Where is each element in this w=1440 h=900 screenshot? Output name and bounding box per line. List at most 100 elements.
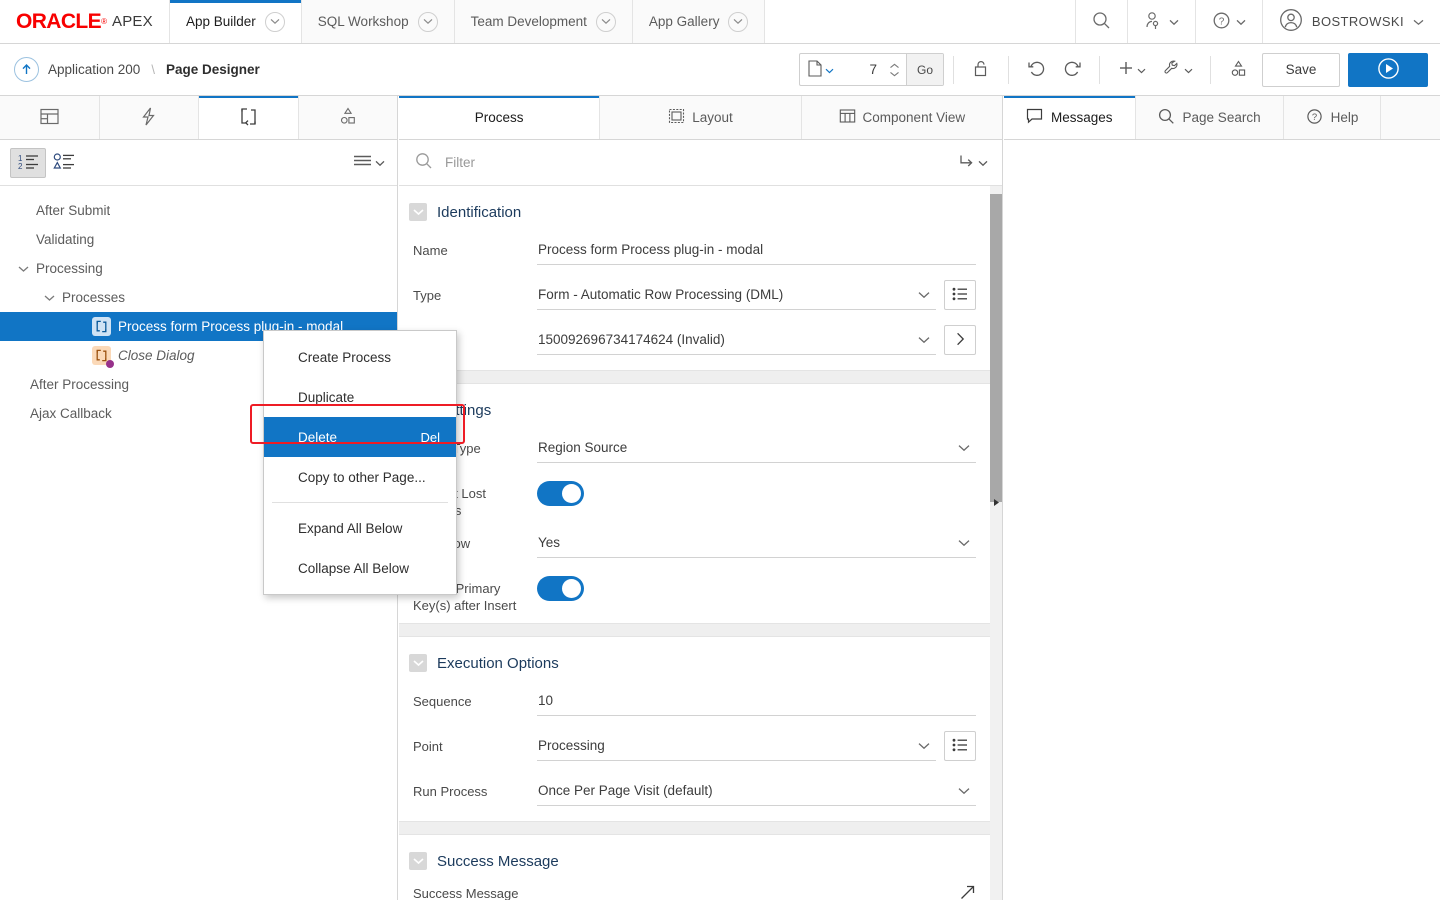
section-header-identification[interactable]: Identification (399, 186, 990, 235)
collapse-toggle-icon[interactable] (409, 852, 427, 870)
chevron-down-icon[interactable] (596, 12, 616, 32)
collapse-toggle-icon[interactable] (409, 654, 427, 672)
chevron-down-icon[interactable] (728, 12, 748, 32)
tree-node-validating[interactable]: Validating (0, 225, 397, 254)
redo-icon (1063, 59, 1082, 81)
context-menu-item-collapse-all-below[interactable]: Collapse All Below (264, 548, 456, 588)
redo-button[interactable] (1054, 53, 1090, 87)
tab-process[interactable]: Process (399, 96, 600, 139)
global-search-button[interactable] (1076, 0, 1128, 43)
context-menu-item-copy-to-other-page[interactable]: Copy to other Page... (264, 457, 456, 497)
up-arrow-icon[interactable] (14, 57, 39, 82)
nav-tab-team-development[interactable]: Team Development (455, 0, 633, 43)
sequence-input[interactable]: 10 (537, 686, 976, 716)
context-menu-item-create-process[interactable]: Create Process (264, 337, 456, 377)
sort-by-sequence-button[interactable]: 1 2 (10, 148, 46, 178)
page-shapes-icon (1229, 59, 1248, 81)
tab-help[interactable]: ? Help (1284, 96, 1382, 139)
section-header-execution-options[interactable]: Execution Options (399, 637, 990, 686)
nav-tab-app-gallery[interactable]: App Gallery (633, 0, 766, 43)
region-goto-button[interactable] (944, 325, 976, 355)
chevron-down-icon (958, 440, 974, 455)
go-button[interactable]: Go (906, 54, 943, 85)
property-label: Name (413, 235, 537, 259)
page-icon (808, 60, 822, 80)
context-menu-item-delete[interactable]: Delete Del (264, 417, 456, 457)
page-title: Page Designer (166, 62, 260, 77)
utilities-menu-button[interactable] (1155, 53, 1201, 87)
tree-node-processes[interactable]: Processes (0, 283, 397, 312)
tab-page-search[interactable]: Page Search (1136, 96, 1284, 139)
type-lov-button[interactable] (944, 280, 976, 310)
page-number-stepper[interactable] (884, 54, 906, 85)
tab-layout[interactable]: Layout (600, 96, 801, 139)
tab-label: Process (475, 110, 524, 125)
save-button[interactable]: Save (1262, 53, 1340, 87)
panel-splitter-handle[interactable] (990, 496, 1002, 508)
nav-tab-app-builder[interactable]: App Builder (170, 0, 302, 43)
point-lov-button[interactable] (944, 731, 976, 761)
tree-node-processing[interactable]: Processing (0, 254, 397, 283)
chevron-down-icon[interactable] (265, 12, 285, 32)
chevron-down-icon[interactable] (36, 294, 62, 302)
property-label: Type (413, 280, 537, 304)
run-process-select[interactable]: Once Per Page Visit (default) (537, 776, 976, 806)
user-menu-button[interactable]: BOSTROWSKI (1263, 0, 1440, 43)
nav-tab-sql-workshop[interactable]: SQL Workshop (302, 0, 455, 43)
property-scrollbar[interactable] (990, 186, 1002, 900)
chevron-down-icon (1184, 62, 1193, 77)
oracle-apex-logo[interactable]: ORACLE® APEX (0, 0, 170, 43)
nav-tab-label: Team Development (471, 14, 587, 29)
section-header-success-message[interactable]: Success Message (399, 835, 990, 884)
property-row-point: Point Processing (399, 731, 990, 767)
property-scroll-region: Identification Name Process form Process… (399, 186, 990, 900)
tab-messages[interactable]: Messages (1004, 96, 1136, 139)
collapse-toggle-icon[interactable] (409, 203, 427, 221)
section-header-settings[interactable]: Settings (399, 384, 990, 433)
tree-node-after-submit[interactable]: After Submit (0, 196, 397, 225)
property-list: Identification Name Process form Process… (399, 186, 1002, 900)
toolbar-divider (1008, 56, 1009, 84)
page-finder-button[interactable] (800, 54, 842, 85)
return-primary-key-toggle[interactable] (537, 576, 584, 601)
region-select[interactable]: 150092696734174624 (Invalid) (537, 325, 936, 355)
component-view-icon (839, 108, 856, 127)
chevron-down-icon[interactable] (10, 265, 36, 273)
property-editor-tabs: Process Layout Component View (399, 96, 1002, 140)
type-select[interactable]: Form - Automatic Row Processing (DML) (537, 280, 936, 310)
target-type-select[interactable]: Region Source (537, 433, 976, 463)
breadcrumb-application[interactable]: Application 200 (48, 62, 140, 77)
tab-page-shared-components[interactable] (299, 96, 398, 139)
point-select[interactable]: Processing (537, 731, 936, 761)
page-selector[interactable]: 7 Go (799, 53, 944, 86)
prevent-lost-updates-toggle[interactable] (537, 481, 584, 506)
lock-page-button[interactable] (963, 53, 999, 87)
left-panel-tabs (0, 96, 397, 140)
section-title: Success Message (437, 853, 559, 870)
tab-dynamic-actions[interactable] (100, 96, 200, 139)
lock-row-select[interactable]: Yes (537, 528, 976, 558)
page-number-input[interactable]: 7 (842, 54, 884, 85)
left-panel-menu-button[interactable] (353, 154, 385, 171)
go-to-error-button[interactable] (958, 154, 988, 172)
page-shared-components-button[interactable] (1220, 53, 1256, 87)
expand-editor-button[interactable] (960, 884, 976, 900)
run-page-button[interactable] (1348, 53, 1428, 87)
list-of-values-icon (952, 738, 968, 755)
tab-component-view[interactable]: Component View (802, 96, 1002, 139)
undo-button[interactable] (1018, 53, 1054, 87)
chevron-down-icon[interactable] (418, 12, 438, 32)
tab-processing[interactable] (199, 96, 299, 139)
administration-menu-button[interactable] (1128, 0, 1196, 43)
context-menu-item-duplicate[interactable]: Duplicate (264, 377, 456, 417)
filter-input[interactable]: Filter (445, 155, 475, 170)
name-input[interactable]: Process form Process plug-in - modal (537, 235, 976, 265)
property-label: Sequence (413, 686, 537, 710)
chevron-down-icon (918, 332, 934, 347)
create-menu-button[interactable] (1109, 53, 1155, 87)
property-scrollbar-thumb[interactable] (990, 194, 1002, 502)
tab-rendering[interactable] (0, 96, 100, 139)
context-menu-item-expand-all-below[interactable]: Expand All Below (264, 508, 456, 548)
sort-by-type-button[interactable] (46, 148, 82, 178)
help-menu-button[interactable]: ? (1196, 0, 1263, 43)
